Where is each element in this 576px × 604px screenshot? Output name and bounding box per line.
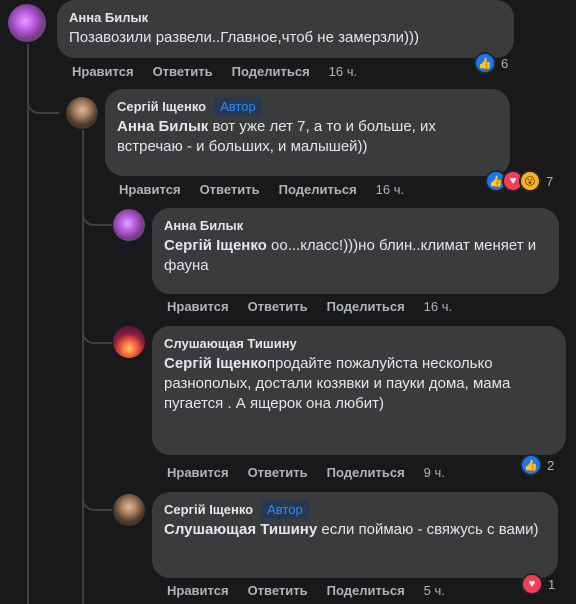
reply-button[interactable]: Ответить [200,182,260,197]
like-button[interactable]: Нравится [167,583,229,598]
comment-text: Сергій Іщенко оо...класс!)))но блин..кли… [164,237,537,274]
like-button[interactable]: Нравится [72,64,134,79]
comment-author[interactable]: Анна Билык [69,10,148,25]
comment-bubble: Анна Билык Сергій Іщенко оо...класс!)))н… [152,208,559,294]
thread-line-main [27,44,29,604]
author-badge: Автор [214,96,262,116]
comment-text: Слушающая Тишину если поймаю - свяжусь с… [164,521,539,538]
share-button[interactable]: Поделиться [279,182,357,197]
thread-connector [82,200,112,226]
reply-button[interactable]: Ответить [153,64,213,79]
author-badge: Автор [261,499,309,519]
like-button[interactable]: Нравится [167,465,229,480]
mention-link[interactable]: Слушающая Тишину [164,521,317,538]
comment-text: Анна Билык вот уже лет 7, а то и больше,… [117,118,436,155]
mention-link[interactable]: Сергій Іщенко [164,355,267,372]
wow-face-icon: 😮 [519,170,541,192]
comment-bubble: Слушающая Тишину Сергій Іщенкопродайте п… [152,326,566,455]
reaction-summary[interactable]: 👍 2 [520,454,554,476]
comment-author[interactable]: Сергій Іщенко [117,99,206,114]
reaction-count: 1 [548,576,556,592]
share-button[interactable]: Поделиться [232,64,310,79]
comment-text: Сергій Іщенкопродайте пожалуйста несколь… [164,355,511,412]
avatar[interactable] [8,4,46,42]
reply-button[interactable]: Ответить [248,465,308,480]
comment-actions: Нравится Ответить Поделиться 5 ч. [167,583,445,598]
thread-connector [27,90,59,114]
thumbs-up-icon: 👍 [474,52,496,74]
timestamp[interactable]: 16 ч. [424,299,452,314]
comment-bubble: Сергій Іщенко Автор Слушающая Тишину есл… [152,492,558,578]
heart-icon: ♥ [521,573,543,595]
mention-link[interactable]: Анна Билык [117,118,208,135]
reaction-summary[interactable]: ♥ 1 [521,573,555,595]
comment-actions: Нравится Ответить Поделиться 16 ч. [167,299,452,314]
comment-actions: Нравится Ответить Поделиться 16 ч. [72,64,357,79]
comment-author[interactable]: Анна Билык [164,218,243,233]
reply-button[interactable]: Ответить [248,299,308,314]
comment-actions: Нравится Ответить Поделиться 16 ч. [119,182,404,197]
thumbs-up-icon: 👍 [520,454,542,476]
avatar[interactable] [113,209,145,241]
reply-button[interactable]: Ответить [248,583,308,598]
reaction-count: 2 [547,457,555,473]
timestamp[interactable]: 16 ч. [376,182,404,197]
share-button[interactable]: Поделиться [327,583,405,598]
reaction-summary[interactable]: 👍 6 [474,52,508,74]
avatar[interactable] [113,494,145,526]
comment-text: Позавозили развели..Главное,чтоб не заме… [69,29,419,46]
comment-bubble: Анна Билык Позавозили развели..Главное,ч… [57,0,514,58]
reaction-count: 7 [546,173,554,189]
timestamp[interactable]: 9 ч. [424,465,445,480]
comment-actions: Нравится Ответить Поделиться 9 ч. [167,465,445,480]
comment-bubble: Сергій Іщенко Автор Анна Билык вот уже л… [105,89,510,176]
thread-connector [82,485,112,511]
timestamp[interactable]: 5 ч. [424,583,445,598]
reaction-summary[interactable]: 👍 ♥ 😮 7 [485,170,553,192]
comment-author[interactable]: Сергій Іщенко [164,502,253,517]
share-button[interactable]: Поделиться [327,299,405,314]
like-button[interactable]: Нравится [119,182,181,197]
comment-author[interactable]: Слушающая Тишину [164,336,297,351]
mention-link[interactable]: Сергій Іщенко [164,237,267,254]
like-button[interactable]: Нравится [167,299,229,314]
share-button[interactable]: Поделиться [327,465,405,480]
thread-connector [82,320,112,344]
avatar[interactable] [113,326,145,358]
timestamp[interactable]: 16 ч. [329,64,357,79]
reaction-count: 6 [501,55,509,71]
avatar[interactable] [66,97,98,129]
